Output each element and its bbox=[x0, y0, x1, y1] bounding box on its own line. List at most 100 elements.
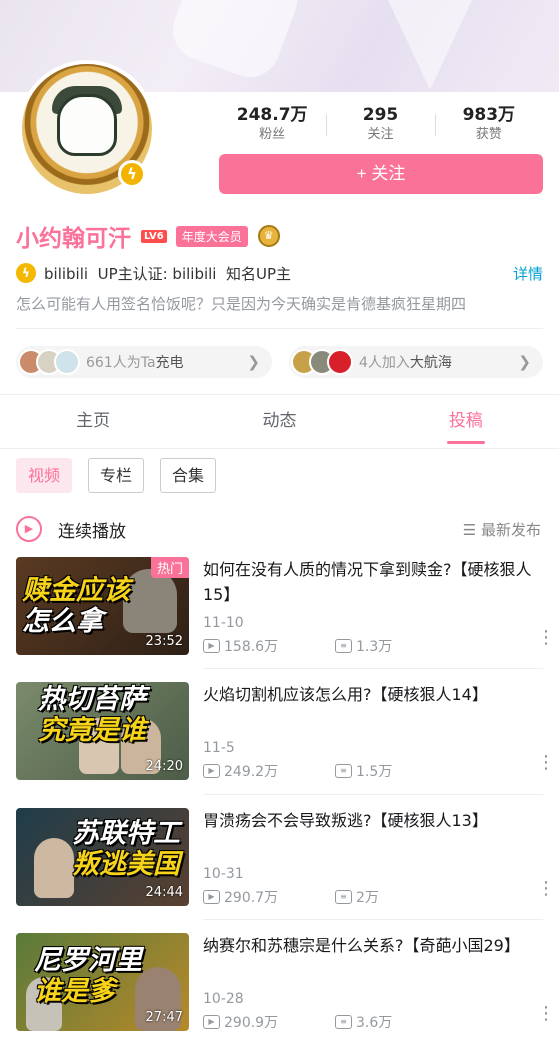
stat-label: 关注 bbox=[367, 127, 394, 142]
continuous-play-row: ▶ 连续播放 ☰ 最新发布 bbox=[16, 514, 543, 544]
medal-icon[interactable]: ♛ bbox=[257, 225, 280, 247]
tab-home[interactable]: 主页 bbox=[0, 395, 186, 448]
video-item[interactable]: 苏联特工 叛逃美国 24:44 胃溃疡会不会导致叛逃?【硬核狠人13】 10-3… bbox=[16, 808, 555, 908]
thumbnail-caption: 赎金应该 怎么拿 bbox=[22, 575, 130, 637]
stat-likes[interactable]: 983万 获赞 bbox=[434, 104, 543, 144]
more-options-icon[interactable]: ⋮ bbox=[537, 880, 555, 898]
name-row: 小约翰可汗 LV6 年度大会员 ♛ bbox=[16, 220, 280, 252]
stat-value: 295 bbox=[362, 105, 399, 125]
thumbnail-portrait bbox=[34, 838, 74, 898]
video-duration: 24:44 bbox=[145, 885, 183, 900]
danmaku-icon: ≡ bbox=[335, 639, 352, 653]
avatar[interactable]: ϟ bbox=[22, 64, 152, 194]
video-duration: 24:20 bbox=[145, 759, 183, 774]
profile-tabs: 主页 动态 投稿 bbox=[0, 394, 559, 449]
stat-fans[interactable]: 248.7万 粉丝 bbox=[218, 104, 326, 144]
view-count: 290.9万 bbox=[224, 1015, 279, 1031]
charge-pill[interactable]: 661人为Ta充电 ❯ bbox=[16, 346, 272, 378]
stat-value: 248.7万 bbox=[236, 105, 308, 125]
video-thumbnail[interactable]: 热切苔萨 究竟是谁 24:20 bbox=[16, 682, 189, 780]
verified-lightning-icon: ϟ bbox=[16, 263, 36, 283]
danmaku-icon: ≡ bbox=[335, 890, 352, 904]
verified-lightning-icon: ϟ bbox=[118, 160, 146, 188]
verify-row: ϟ bilibili UP主认证: bilibili 知名UP主 详情 bbox=[16, 262, 543, 284]
views-icon: ▶ bbox=[203, 639, 220, 653]
profile-stats: 248.7万 粉丝 295 关注 983万 获赞 bbox=[218, 104, 543, 144]
crew-text: 4人加入大航海 bbox=[359, 355, 452, 371]
divider bbox=[203, 668, 543, 669]
subtab-videos[interactable]: 视频 bbox=[16, 458, 73, 493]
divider bbox=[16, 328, 543, 329]
detail-link[interactable]: 详情 bbox=[513, 263, 543, 284]
danmaku-count: 1.5万 bbox=[356, 764, 393, 780]
follow-button[interactable]: + 关注 bbox=[219, 154, 543, 194]
subtab-collections[interactable]: 合集 bbox=[160, 458, 217, 493]
banner-decoration bbox=[164, 0, 306, 86]
video-meta: ▶ 290.9万 ≡ 3.6万 bbox=[203, 1012, 543, 1032]
video-date: 10-28 bbox=[203, 991, 244, 1007]
stat-label: 获赞 bbox=[475, 127, 502, 142]
level-badge: LV6 bbox=[141, 229, 167, 243]
tab-dynamics[interactable]: 动态 bbox=[186, 395, 372, 448]
upload-subtabs: 视频 专栏 合集 bbox=[16, 458, 232, 493]
stat-following[interactable]: 295 关注 bbox=[326, 104, 434, 144]
video-meta: ▶ 158.6万 ≡ 1.3万 bbox=[203, 636, 543, 656]
view-count: 158.6万 bbox=[224, 639, 279, 655]
video-duration: 27:47 bbox=[145, 1010, 183, 1025]
video-item[interactable]: 赎金应该 怎么拿 热门 23:52 如何在没有人质的情况下拿到赎金?【硬核狠人1… bbox=[16, 557, 555, 657]
video-meta: ▶ 249.2万 ≡ 1.5万 bbox=[203, 761, 543, 781]
video-date: 10-31 bbox=[203, 866, 244, 882]
video-title[interactable]: 如何在没有人质的情况下拿到赎金?【硬核狠人15】 bbox=[203, 557, 540, 607]
view-count: 249.2万 bbox=[224, 764, 279, 780]
continuous-play-button[interactable]: 连续播放 bbox=[58, 517, 126, 542]
divider bbox=[203, 794, 543, 795]
username: 小约翰可汗 bbox=[16, 226, 131, 252]
divider bbox=[203, 919, 543, 920]
video-title[interactable]: 火焰切割机应该怎么用?【硬核狠人14】 bbox=[203, 682, 540, 707]
stat-value: 983万 bbox=[462, 105, 516, 125]
danmaku-count: 1.3万 bbox=[356, 639, 393, 655]
danmaku-icon: ≡ bbox=[335, 764, 352, 778]
video-title[interactable]: 胃溃疡会不会导致叛逃?【硬核狠人13】 bbox=[203, 808, 540, 833]
sort-button[interactable]: ☰ 最新发布 bbox=[463, 519, 541, 540]
danmaku-count: 3.6万 bbox=[356, 1015, 393, 1031]
view-count: 290.7万 bbox=[224, 890, 279, 906]
vip-badge[interactable]: 年度大会员 bbox=[175, 225, 248, 247]
crew-pill[interactable]: 4人加入大航海 ❯ bbox=[289, 346, 543, 378]
thumbnail-caption: 尼罗河里 谁是爹 bbox=[34, 945, 142, 1007]
hot-badge: 热门 bbox=[150, 557, 189, 578]
subtab-articles[interactable]: 专栏 bbox=[88, 458, 145, 493]
video-item[interactable]: 热切苔萨 究竟是谁 24:20 火焰切割机应该怎么用?【硬核狠人14】 11-5… bbox=[16, 682, 555, 782]
chevron-right-icon: ❯ bbox=[518, 353, 531, 371]
banner-decoration bbox=[360, 0, 500, 90]
video-title[interactable]: 纳赛尔和苏穗宗是什么关系?【奇葩小国29】 bbox=[203, 933, 540, 958]
thumbnail-caption: 苏联特工 叛逃美国 bbox=[72, 818, 180, 880]
views-icon: ▶ bbox=[203, 1015, 220, 1029]
video-duration: 23:52 bbox=[145, 634, 183, 649]
tab-uploads[interactable]: 投稿 bbox=[373, 395, 559, 448]
more-options-icon[interactable]: ⋮ bbox=[537, 1005, 555, 1023]
thumbnail-portrait bbox=[123, 569, 177, 633]
video-date: 11-5 bbox=[203, 740, 235, 756]
danmaku-count: 2万 bbox=[356, 890, 379, 906]
video-item[interactable]: 尼罗河里 谁是爹 27:47 纳赛尔和苏穗宗是什么关系?【奇葩小国29】 10-… bbox=[16, 933, 555, 1033]
video-thumbnail[interactable]: 苏联特工 叛逃美国 24:44 bbox=[16, 808, 189, 906]
video-meta: ▶ 290.7万 ≡ 2万 bbox=[203, 887, 543, 907]
video-thumbnail[interactable]: 尼罗河里 谁是爹 27:47 bbox=[16, 933, 189, 1031]
more-options-icon[interactable]: ⋮ bbox=[537, 629, 555, 647]
video-date: 11-10 bbox=[203, 615, 244, 631]
stat-label: 粉丝 bbox=[259, 127, 286, 142]
views-icon: ▶ bbox=[203, 890, 220, 904]
charge-text: 661人为Ta充电 bbox=[86, 355, 184, 371]
views-icon: ▶ bbox=[203, 764, 220, 778]
chevron-right-icon: ❯ bbox=[247, 353, 260, 371]
danmaku-icon: ≡ bbox=[335, 1015, 352, 1029]
supporter-avatar bbox=[54, 349, 80, 375]
avatar-face bbox=[57, 94, 117, 156]
crew-avatar bbox=[327, 349, 353, 375]
thumbnail-caption: 热切苔萨 究竟是谁 bbox=[38, 684, 146, 746]
more-options-icon[interactable]: ⋮ bbox=[537, 754, 555, 772]
video-thumbnail[interactable]: 赎金应该 怎么拿 热门 23:52 bbox=[16, 557, 189, 655]
play-icon[interactable]: ▶ bbox=[16, 516, 42, 542]
verify-text: bilibili UP主认证: bilibili 知名UP主 bbox=[44, 264, 292, 283]
